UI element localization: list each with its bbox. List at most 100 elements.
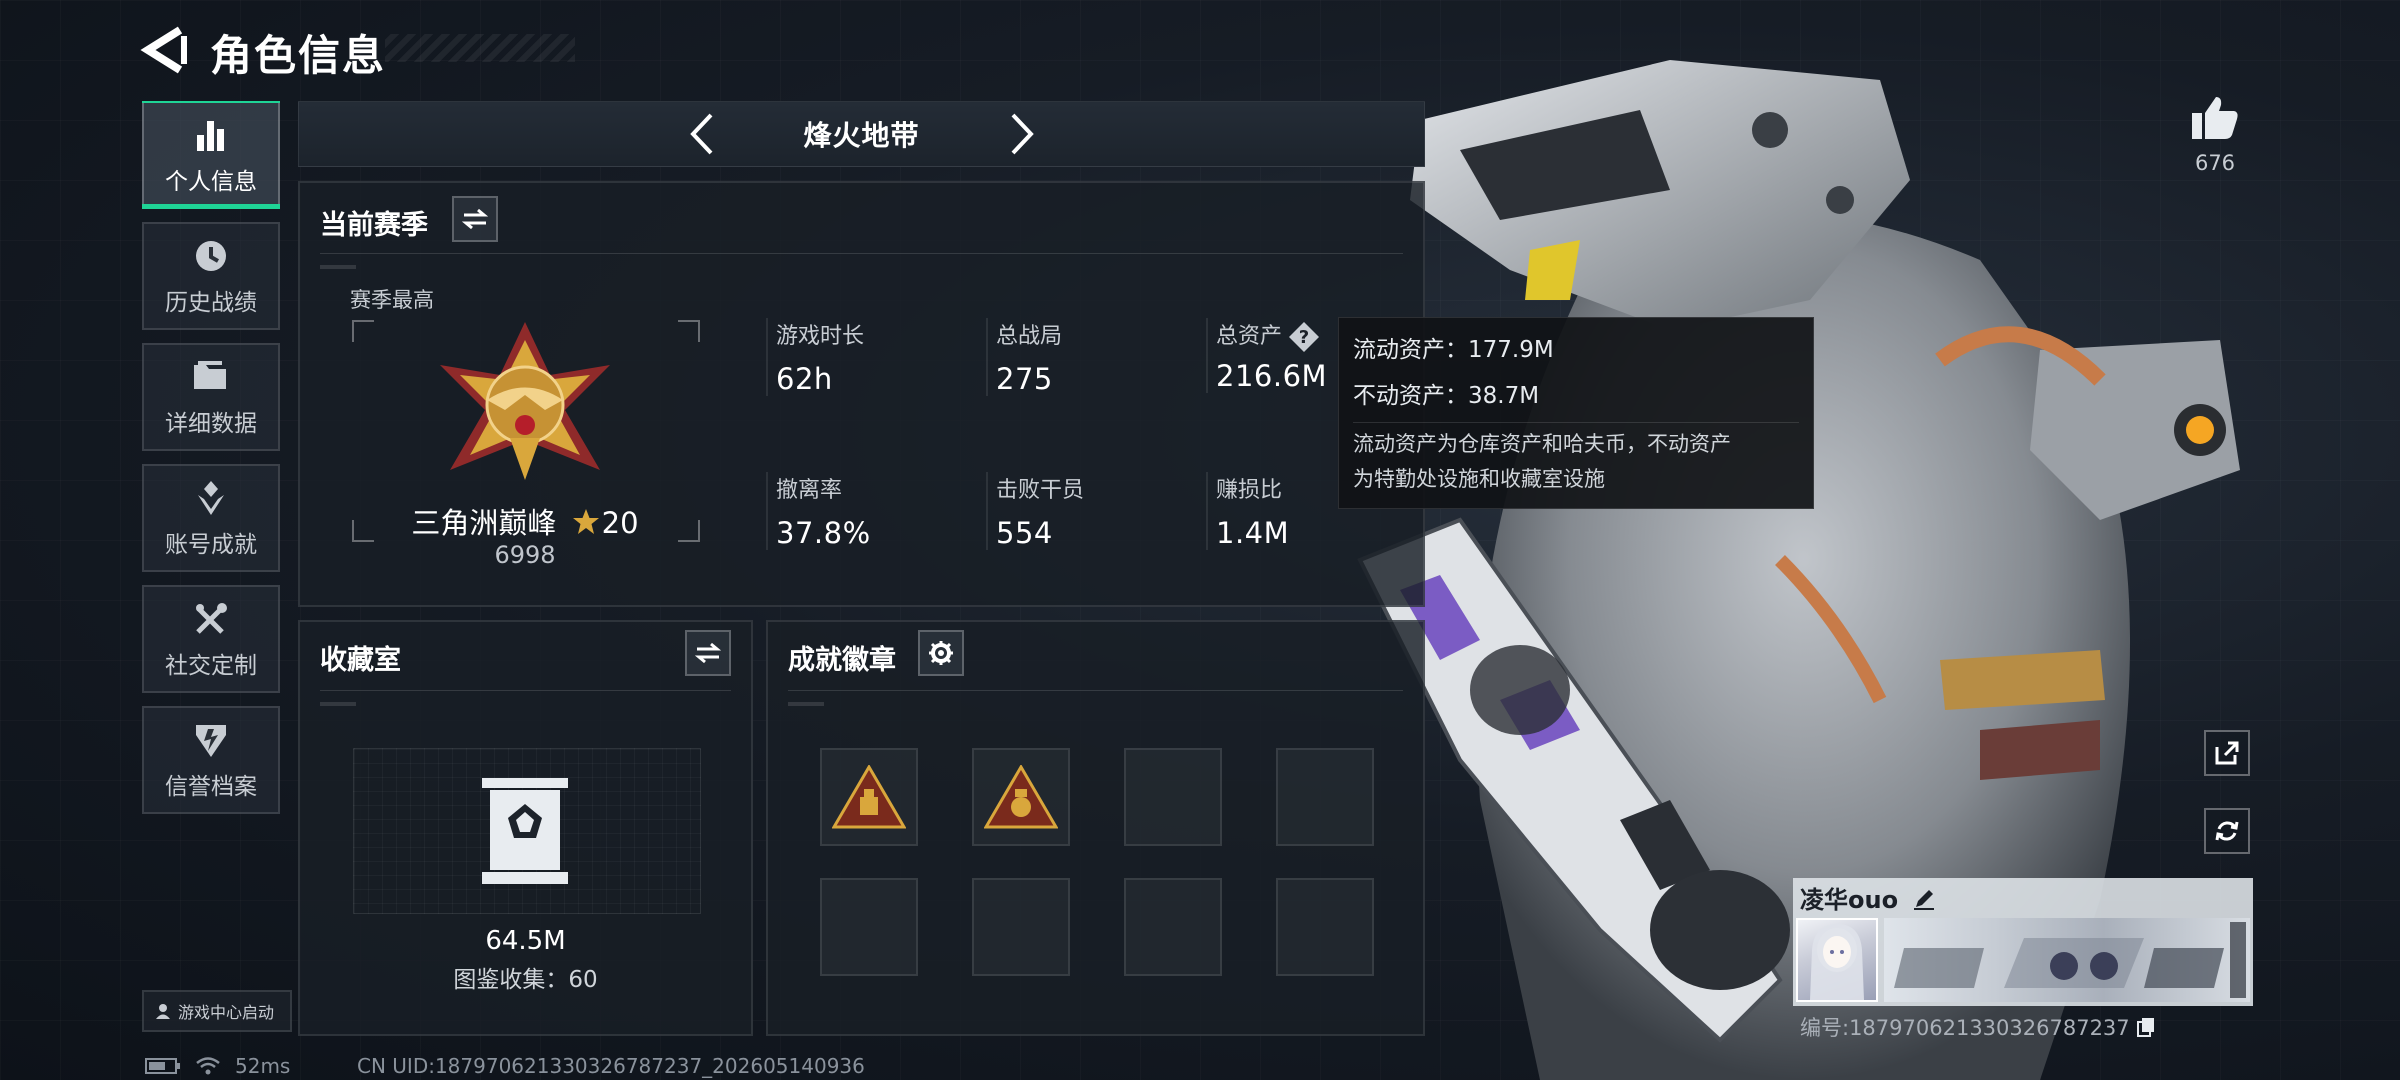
like-button[interactable]: 676 <box>2180 95 2250 175</box>
uid-text: CN UID:187970621330326787237_20260514093… <box>357 1054 865 1078</box>
collection-panel-title: 收藏室 <box>320 645 401 676</box>
battery-icon <box>145 1058 180 1074</box>
like-count: 676 <box>2194 151 2236 175</box>
stat-value: 37.8% <box>776 516 871 550</box>
tooltip-description: 流动资产为仓库资产和哈夫币，不动资产 为特勤处设施和收藏室设施 <box>1353 422 1799 497</box>
sidebar-item-reputation[interactable]: 信誉档案 <box>142 706 280 814</box>
rank-emblem-icon <box>425 320 625 500</box>
share-button[interactable] <box>2204 730 2250 776</box>
sidebar-item-label: 账号成就 <box>165 532 257 558</box>
season-panel-title: 当前赛季 <box>320 210 428 241</box>
stat-playtime: 游戏时长 62h <box>766 318 864 396</box>
badge-settings-button[interactable] <box>918 630 964 676</box>
game-center-button[interactable]: 游戏中心启动 <box>142 990 292 1032</box>
badge-slot[interactable] <box>820 878 918 976</box>
star-icon <box>572 509 599 534</box>
stat-label: 赚损比 <box>1216 478 1283 503</box>
mode-next-button[interactable] <box>992 104 1052 164</box>
history-icon <box>190 235 232 277</box>
help-icon[interactable]: ? <box>1288 321 1320 353</box>
stat-total-assets: 总资产? 216.6M <box>1206 318 1327 393</box>
sidebar-item-achievements[interactable]: 账号成就 <box>142 464 280 572</box>
svg-text:?: ? <box>1299 327 1309 348</box>
stat-label: 总战局 <box>996 324 1063 349</box>
badge-slot[interactable] <box>1124 748 1222 846</box>
tools-icon <box>190 598 232 640</box>
stat-extract-rate: 撤离率 37.8% <box>766 472 871 550</box>
sidebar-item-label: 历史战绩 <box>165 290 257 316</box>
stat-value: 275 <box>996 362 1053 396</box>
mode-selector: 烽火地带 <box>298 101 1425 167</box>
edit-icon[interactable] <box>1912 887 1936 911</box>
sidebar-item-history[interactable]: 历史战绩 <box>142 222 280 330</box>
page-title: 角色信息 <box>210 31 387 80</box>
sidebar-item-label: 个人信息 <box>165 169 257 195</box>
player-id-text: 编号:187970621330326787237 <box>1800 1016 2130 1040</box>
stat-value: 1.4M <box>1216 516 1290 550</box>
sidebar-item-label: 详细数据 <box>165 411 257 437</box>
tooltip-fixed-assets: 不动资产：38.7M <box>1353 383 1540 409</box>
share-icon <box>2215 741 2239 765</box>
avatar[interactable] <box>1796 918 1878 1002</box>
sidebar-item-details[interactable]: 详细数据 <box>142 343 280 451</box>
rank-score: 6998 <box>494 541 556 569</box>
frame-corner <box>352 320 374 342</box>
badge-slot[interactable] <box>972 748 1070 846</box>
back-button[interactable] <box>140 22 190 78</box>
sidebar-item-social[interactable]: 社交定制 <box>142 585 280 693</box>
refresh-button[interactable] <box>2204 808 2250 854</box>
badge-slot[interactable] <box>820 748 918 846</box>
stat-label: 总资产? <box>1216 318 1327 353</box>
stat-label-text: 总资产 <box>1216 324 1283 349</box>
season-best-label: 赛季最高 <box>350 288 434 312</box>
triangle-badge-icon <box>832 765 906 829</box>
badge-slot[interactable] <box>972 878 1070 976</box>
status-bar: 52ms <box>145 1054 290 1078</box>
assets-tooltip: 流动资产：177.9M 不动资产：38.7M 流动资产为仓库资产和哈夫币，不动资… <box>1338 317 1814 509</box>
mode-prev-button[interactable] <box>672 104 732 164</box>
game-center-label: 游戏中心启动 <box>178 1003 275 1022</box>
thumbs-up-icon <box>2192 97 2238 139</box>
season-switch-button[interactable] <box>452 196 498 242</box>
frame-corner <box>678 320 700 342</box>
tooltip-liquid-assets: 流动资产：177.9M <box>1353 337 1554 363</box>
divider-tick <box>320 702 356 706</box>
stat-label: 击败干员 <box>996 478 1085 503</box>
stat-label: 游戏时长 <box>776 324 865 349</box>
divider <box>788 690 1403 691</box>
divider <box>320 690 731 691</box>
ping-text: 52ms <box>235 1054 291 1078</box>
folder-icon <box>190 356 232 398</box>
profile-name: 凌华ouo <box>1800 880 1936 915</box>
sidebar-item-profile[interactable]: 个人信息 <box>142 101 280 209</box>
back-arrow-icon <box>140 26 187 74</box>
tooltip-desc-line: 为特勤处设施和收藏室设施 <box>1353 467 1605 491</box>
stat-value: 554 <box>996 516 1053 550</box>
collection-switch-button[interactable] <box>685 630 731 676</box>
stat-value: 62h <box>776 362 833 396</box>
divider-tick <box>320 265 356 269</box>
divider-tick <box>788 702 824 706</box>
triangle-badge-icon <box>984 765 1058 829</box>
profile-banner[interactable] <box>1884 918 2250 1002</box>
swap-icon <box>462 208 488 230</box>
shield-icon <box>190 719 232 761</box>
rank-stars: 20 <box>601 506 639 540</box>
bar-chart-icon <box>190 114 232 156</box>
copy-icon[interactable] <box>2136 1016 2156 1038</box>
collection-count: 图鉴收集：60 <box>453 967 598 993</box>
collection-case-icon <box>480 776 570 886</box>
stat-kills: 击败干员 554 <box>986 472 1084 550</box>
rank-name: 三角洲巅峰 20 <box>350 500 700 542</box>
badge-slot[interactable] <box>1124 878 1222 976</box>
gear-icon <box>929 641 953 665</box>
title-decoration <box>385 34 575 62</box>
tooltip-desc-line: 流动资产为仓库资产和哈夫币，不动资产 <box>1353 432 1731 456</box>
swap-icon <box>695 642 721 664</box>
badge-slot[interactable] <box>1276 748 1374 846</box>
achievement-icon <box>190 477 232 519</box>
player-name: 凌华ouo <box>1800 886 1899 914</box>
user-icon <box>156 1004 170 1019</box>
sidebar: 个人信息 历史战绩 详细数据 账号成就 社交定制 信誉档案 <box>142 101 280 827</box>
badge-slot[interactable] <box>1276 878 1374 976</box>
